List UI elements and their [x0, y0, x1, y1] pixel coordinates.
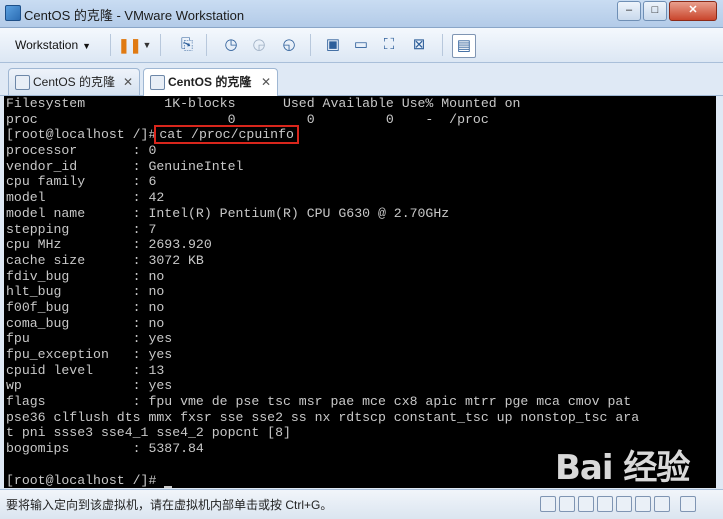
- console-line: fpu : yes: [6, 331, 173, 347]
- usb-icon[interactable]: [597, 496, 613, 512]
- shell-prompt: [root@localhost /]#: [6, 472, 165, 488]
- send-ctrl-alt-del-icon[interactable]: ⎘: [176, 34, 198, 56]
- tab-label: CentOS 的克隆: [33, 75, 116, 89]
- toolbar-separator: [206, 34, 207, 56]
- tab-bar: CentOS 的克隆 ✕ CentOS 的克隆 ✕: [0, 63, 723, 96]
- status-hint: 要将输入定向到该虚拟机，请在虚拟机内部单击或按 Ctrl+G。: [6, 498, 333, 512]
- vm-icon: [150, 75, 165, 90]
- sound-icon[interactable]: [616, 496, 632, 512]
- console-line: bogomips : 5387.84: [6, 441, 204, 457]
- console-line: processor : 0: [6, 143, 157, 159]
- close-button[interactable]: ✕: [669, 1, 717, 21]
- console-line: fpu_exception : yes: [6, 347, 173, 362]
- console-line: stepping : 7: [6, 221, 157, 237]
- console-output: Filesystem 1K-blocks Used Available Use%…: [4, 96, 716, 488]
- toolbar-separator: [160, 34, 161, 56]
- pause-icon[interactable]: ❚❚: [118, 34, 141, 56]
- console-line: fdiv_bug : no: [6, 268, 165, 284]
- console-line: cpuid level : 13: [6, 362, 165, 378]
- console-line: cpu family : 6: [6, 174, 157, 190]
- close-tab-icon[interactable]: ✕: [261, 69, 271, 95]
- console-line: vendor_id : GenuineIntel: [6, 158, 244, 174]
- console-line: model name : Intel(R) Pentium(R) CPU G63…: [6, 205, 450, 221]
- printer-icon[interactable]: [635, 496, 651, 512]
- maximize-button[interactable]: □: [643, 1, 667, 21]
- console-line: f00f_bug : no: [6, 299, 165, 315]
- console-view-icon[interactable]: ▣: [322, 34, 344, 56]
- text-cursor: [164, 486, 173, 488]
- vmware-app-icon: [5, 5, 21, 21]
- workstation-menu[interactable]: Workstation ▼: [6, 33, 100, 57]
- toolbar-separator: [310, 34, 311, 56]
- hard-disk-icon[interactable]: [540, 496, 556, 512]
- tab-vm-clone-1[interactable]: CentOS 的克隆 ✕: [8, 68, 140, 95]
- fullscreen-icon[interactable]: ⛶: [378, 34, 400, 56]
- console-line: proc 0 0 0 - /proc: [6, 111, 489, 127]
- thumbnail-icon[interactable]: ▤: [452, 34, 476, 58]
- console-command-line: [root@localhost /]# cat /proc/cpuinfo: [6, 125, 716, 145]
- workstation-menu-label: Workstation: [15, 38, 79, 52]
- unity-icon[interactable]: ⊠: [408, 34, 430, 56]
- snapshot-icon[interactable]: ◷: [220, 34, 242, 56]
- quick-switch-icon[interactable]: ▭: [350, 34, 372, 56]
- snapshot-manager-icon[interactable]: ◵: [278, 34, 300, 56]
- console-line: model : 42: [6, 190, 165, 206]
- revert-snapshot-icon[interactable]: ◶: [248, 34, 270, 56]
- console-line: wp : yes: [6, 378, 173, 394]
- tab-label: CentOS 的克隆: [168, 75, 252, 89]
- toolbar: Workstation ▼ ❚❚ ▼ ⎘ ◷ ◶ ◵ ▣ ▭ ⛶ ⊠ ▤: [0, 28, 723, 63]
- console-line: Filesystem 1K-blocks Used Available Use%…: [6, 96, 521, 111]
- console-line: flags : fpu vme de pse tsc msr pae mce c…: [6, 394, 632, 410]
- console-line: coma_bug : no: [6, 315, 165, 331]
- message-log-icon[interactable]: [680, 496, 696, 512]
- console-line: t pni ssse3 sse4_1 sse4_2 popcnt [8]: [6, 425, 291, 441]
- shell-prompt: [root@localhost /]#: [6, 127, 157, 143]
- vm-icon: [15, 75, 30, 90]
- tab-vm-clone-2[interactable]: CentOS 的克隆 ✕: [143, 68, 278, 96]
- toolbar-separator: [110, 34, 111, 56]
- minimize-button[interactable]: –: [617, 1, 641, 21]
- close-tab-icon[interactable]: ✕: [123, 69, 133, 95]
- console-prompt-line: [root@localhost /]#: [6, 472, 716, 488]
- highlighted-command: cat /proc/cpuinfo: [154, 125, 299, 145]
- network-icon[interactable]: [578, 496, 594, 512]
- display-icon[interactable]: [654, 496, 670, 512]
- title-bar: CentOS 的克隆 - VMware Workstation – □ ✕: [0, 0, 723, 28]
- console-line: cpu MHz : 2693.920: [6, 237, 212, 253]
- console-line: cache size : 3072 KB: [6, 252, 204, 268]
- cd-drive-icon[interactable]: [559, 496, 575, 512]
- vm-console[interactable]: Filesystem 1K-blocks Used Available Use%…: [4, 96, 716, 488]
- console-line: hlt_bug : no: [6, 284, 165, 300]
- toolbar-separator: [442, 34, 443, 56]
- chevron-down-icon: ▼: [82, 41, 92, 51]
- status-bar: 要将输入定向到该虚拟机，请在虚拟机内部单击或按 Ctrl+G。: [0, 489, 723, 519]
- window-title: CentOS 的克隆 - VMware Workstation: [24, 8, 245, 23]
- console-line: pse36 clflush dts mmx fxsr sse sse2 ss n…: [6, 409, 640, 425]
- chevron-down-icon[interactable]: ▼: [142, 34, 152, 56]
